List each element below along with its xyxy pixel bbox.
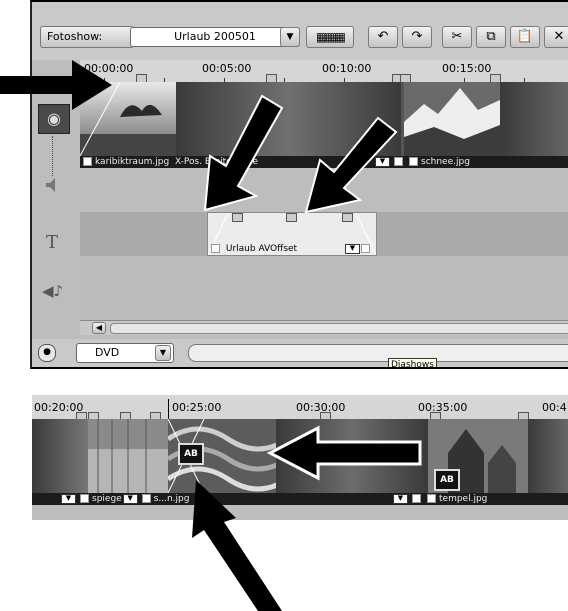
- annotation-arrows-bottom: [192, 425, 422, 611]
- output-format-value: DVD: [95, 346, 120, 359]
- options-button[interactable]: ●: [38, 344, 56, 362]
- bottom-bar: ● DVD ▼ Diashows: [32, 339, 568, 367]
- annotation-arrows-top: [0, 60, 398, 214]
- chevron-down-icon[interactable]: ▼: [155, 345, 171, 361]
- scroll-thumb[interactable]: [110, 323, 568, 334]
- output-format-select[interactable]: DVD ▼: [76, 343, 174, 363]
- tooltip: Diashows: [388, 358, 437, 367]
- horizontal-scrollbar[interactable]: ◀: [80, 320, 568, 335]
- scroll-left-button[interactable]: ◀: [92, 322, 106, 334]
- gear-icon: ●: [43, 347, 51, 357]
- disc-capacity-bar: [188, 344, 568, 362]
